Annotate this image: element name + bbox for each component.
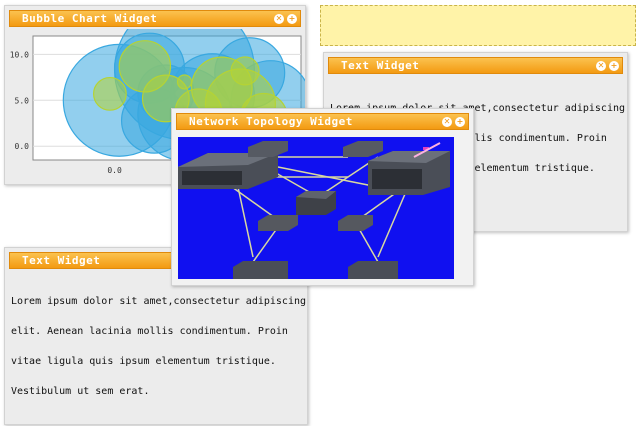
close-icon[interactable]: ✕: [274, 14, 284, 24]
drop-placeholder[interactable]: [320, 5, 636, 46]
text-widget-top-titlebar[interactable]: Text Widget ✕ +: [328, 57, 623, 74]
text-widget-bottom-title: Text Widget: [22, 254, 101, 267]
bubble-point[interactable]: [230, 56, 260, 86]
close-icon[interactable]: ✕: [596, 61, 606, 71]
text-widget-top-title: Text Widget: [341, 59, 420, 72]
network-topology-title: Network Topology Widget: [189, 115, 353, 128]
network-topology-view[interactable]: [178, 137, 454, 279]
plus-icon[interactable]: +: [609, 61, 619, 71]
plus-icon[interactable]: +: [455, 117, 465, 127]
bubble-point[interactable]: [176, 74, 193, 90]
bubble-point[interactable]: [92, 76, 127, 111]
body-line: elit. Aenean lacinia mollis condimentum.…: [11, 326, 288, 337]
body-line: Lorem ipsum dolor sit amet,consectetur a…: [11, 296, 307, 307]
body-line: vitae ligula quis ipsum elementum tristi…: [11, 356, 276, 367]
y-tick-label: 0.0: [15, 142, 30, 151]
close-icon[interactable]: ✕: [442, 117, 452, 127]
body-line: Vestibulum ut sem erat.: [11, 386, 150, 397]
bubble-chart-title: Bubble Chart Widget: [22, 12, 158, 25]
x-tick-label: 0.0: [107, 166, 122, 175]
switch-bottom-left[interactable]: [233, 261, 288, 279]
y-tick-label: 5.0: [15, 96, 30, 105]
network-topology-widget: Network Topology Widget ✕ +: [171, 108, 474, 286]
network-topology-titlebar[interactable]: Network Topology Widget ✕ +: [176, 113, 469, 130]
text-widget-bottom-body: Lorem ipsum dolor sit amet,consectetur a…: [11, 277, 306, 417]
switch-top-right[interactable]: [368, 151, 450, 195]
switch-bottom-right[interactable]: [348, 261, 398, 279]
router-center[interactable]: [296, 191, 336, 215]
plus-icon[interactable]: +: [287, 14, 297, 24]
y-tick-label: 10.0: [10, 50, 29, 59]
bubble-chart-titlebar[interactable]: Bubble Chart Widget ✕ +: [9, 10, 301, 27]
